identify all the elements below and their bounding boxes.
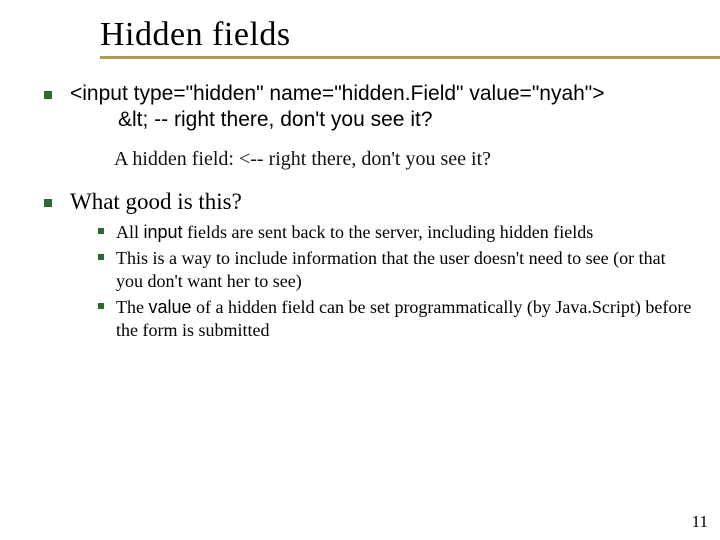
sub3-code: value <box>148 297 191 317</box>
sub1-post: fields are sent back to the server, incl… <box>183 222 594 242</box>
question-text: What good is this? <box>70 189 242 214</box>
sub-bullet-list: All input fields are sent back to the se… <box>70 221 692 342</box>
bullet-list: <input type="hidden" name="hidden.Field"… <box>28 81 692 341</box>
code-line-1: <input type="hidden" name="hidden.Field"… <box>70 82 605 105</box>
code-line-2: &lt; -- right there, don't you see it? <box>70 107 692 133</box>
sub3-pre: The <box>116 297 148 317</box>
sub-bullet-3: The value of a hidden field can be set p… <box>70 296 692 341</box>
bullet-question: What good is this? All input fields are … <box>28 189 692 342</box>
page-number: 11 <box>692 512 708 532</box>
sub-bullet-1: All input fields are sent back to the se… <box>70 221 692 244</box>
sub1-code: input <box>144 222 183 242</box>
slide-body: <input type="hidden" name="hidden.Field"… <box>28 81 692 341</box>
rendered-output-box: A hidden field: <-- right there, don't y… <box>114 148 692 171</box>
sub3-post: of a hidden field can be set programmati… <box>116 297 691 340</box>
sub2-text: This is a way to include information tha… <box>116 248 666 291</box>
title-underline <box>100 56 720 59</box>
title-block: Hidden fields <box>100 16 692 59</box>
bullet-code-example: <input type="hidden" name="hidden.Field"… <box>28 81 692 171</box>
slide: Hidden fields <input type="hidden" name=… <box>0 0 720 540</box>
slide-title: Hidden fields <box>100 16 692 54</box>
sub-bullet-2: This is a way to include information tha… <box>70 247 692 292</box>
sub1-pre: All <box>116 222 144 242</box>
rendered-output-text: A hidden field: <-- right there, don't y… <box>114 148 491 170</box>
